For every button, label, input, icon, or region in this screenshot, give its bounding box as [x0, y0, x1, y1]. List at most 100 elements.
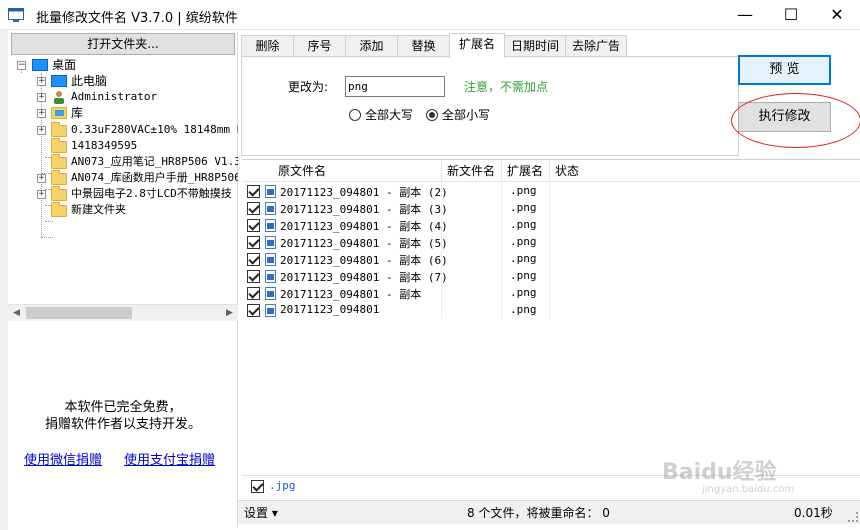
column-original-name[interactable]: 原文件名 — [242, 160, 442, 182]
expand-icon[interactable]: + — [37, 190, 46, 199]
radio-button[interactable] — [349, 109, 361, 121]
tree-item-label: Administrator — [71, 90, 158, 103]
filter-extension[interactable]: .jpg — [269, 479, 296, 492]
file-list-header: 原文件名 新文件名 扩展名 状态 — [242, 160, 860, 182]
tab-sequence[interactable]: 序号 — [293, 35, 346, 57]
radio-button-selected[interactable] — [426, 109, 438, 121]
cell-divider — [549, 217, 550, 234]
expand-icon[interactable]: + — [37, 126, 46, 135]
radio-all-lower[interactable]: 全部小写 — [426, 106, 490, 122]
free-notice: 本软件已完全免费， 捐赠软件作者以支持开发。 — [8, 399, 238, 433]
expand-icon[interactable]: + — [37, 93, 46, 102]
tab-replace[interactable]: 替换 — [397, 35, 450, 57]
file-list[interactable]: 原文件名 新文件名 扩展名 状态 20171123_094801 - 副本 (2… — [242, 159, 860, 474]
cell-divider — [549, 234, 550, 251]
expand-icon[interactable]: + — [37, 109, 46, 118]
settings-menu[interactable]: 设置 ▾ — [244, 504, 278, 521]
row-checkbox[interactable] — [247, 287, 260, 300]
table-row[interactable]: 20171123_094801 - 副本 .png — [242, 285, 860, 302]
table-row[interactable]: 20171123_094801 - 副本 (5) .png — [242, 234, 860, 251]
extension-cell: .png — [510, 252, 537, 265]
original-name-cell: 20171123_094801 - 副本 (4) — [280, 220, 448, 233]
tree-horizontal-scrollbar[interactable]: ◀ ▶ — [8, 304, 238, 321]
column-status[interactable]: 状态 — [550, 160, 860, 182]
close-button[interactable]: ✕ — [814, 0, 860, 30]
table-row[interactable]: 20171123_094801 - 副本 (4) .png — [242, 217, 860, 234]
row-checkbox[interactable] — [247, 236, 260, 249]
column-new-name[interactable]: 新文件名 — [442, 160, 502, 182]
cell-divider — [441, 285, 442, 302]
radio-all-upper[interactable]: 全部大写 — [349, 106, 413, 122]
table-row[interactable]: 20171123_094801 - 副本 (7) .png — [242, 268, 860, 285]
row-checkbox[interactable] — [247, 219, 260, 232]
folder-tree[interactable]: − 桌面 + 此电脑 + Administrator + 库 + 0.33uF2… — [8, 57, 238, 301]
cell-divider — [549, 268, 550, 285]
cell-divider — [549, 183, 550, 200]
rename-summary: 8 个文件，将被重命名： 0 — [467, 506, 610, 520]
table-row[interactable]: 20171123_094801 - 副本 (3) .png — [242, 200, 860, 217]
desktop-icon — [32, 59, 48, 71]
table-row[interactable]: 20171123_094801 - 副本 (2) .png — [242, 183, 860, 200]
row-checkbox[interactable] — [247, 253, 260, 266]
minimize-button[interactable]: — — [722, 0, 768, 30]
row-checkbox[interactable] — [247, 304, 260, 317]
library-icon — [51, 107, 67, 119]
row-checkbox[interactable] — [247, 202, 260, 215]
open-folder-button[interactable]: 打开文件夹... — [11, 33, 235, 55]
scroll-right-icon[interactable]: ▶ — [221, 305, 238, 322]
filter-checkbox[interactable] — [251, 480, 264, 493]
original-name-cell: 20171123_094801 - 副本 (6) — [280, 254, 448, 267]
tab-extension[interactable]: 扩展名 — [449, 33, 505, 58]
watermark-url: jingyan.baidu.com — [702, 484, 795, 495]
free-notice-line1: 本软件已完全免费， — [64, 400, 182, 415]
expand-icon[interactable]: + — [37, 77, 46, 86]
elapsed-time: 0.01秒 — [794, 506, 833, 520]
column-extension[interactable]: 扩展名 — [502, 160, 550, 182]
row-checkbox[interactable] — [247, 270, 260, 283]
donate-wechat-link[interactable]: 使用微信捐赠 — [24, 449, 102, 468]
image-file-icon — [265, 253, 276, 266]
original-name-cell: 20171123_094801 - 副本 (2) — [280, 186, 448, 199]
scroll-thumb[interactable] — [26, 307, 132, 319]
tree-item-label: 0.33uF280VAC±10% 18148mm P= — [71, 123, 238, 136]
watermark-logo: Baidu经验 — [662, 460, 777, 485]
title-bar: 批量修改文件名 V3.7.0 | 缤纷软件 — ☐ ✕ — [0, 0, 860, 30]
maximize-button[interactable]: ☐ — [768, 0, 814, 30]
folder-icon — [51, 138, 67, 153]
tree-item-label: 新建文件夹 — [71, 203, 126, 216]
folder-icon — [51, 122, 67, 137]
extension-input[interactable]: png — [345, 76, 445, 97]
highlight-annotation — [731, 93, 860, 148]
extension-panel: 更改为: png 注意，不需加点 全部大写 全部小写 — [241, 56, 739, 156]
table-row[interactable]: 20171123_094801 - 副本 (6) .png — [242, 251, 860, 268]
radio-label: 全部大写 — [365, 108, 414, 122]
scroll-left-icon[interactable]: ◀ — [8, 305, 25, 322]
cell-divider — [549, 200, 550, 217]
extension-cell: .png — [510, 235, 537, 248]
extension-cell: .png — [510, 184, 537, 197]
original-name-cell: 20171123_094801 - 副本 (7) — [280, 271, 448, 284]
tab-add[interactable]: 添加 — [345, 35, 398, 57]
tab-delete[interactable]: 删除 — [241, 35, 294, 57]
preview-button[interactable]: 预 览 — [738, 55, 831, 85]
image-file-icon — [265, 270, 276, 283]
tab-datetime[interactable]: 日期时间 — [504, 35, 566, 57]
image-file-icon — [265, 202, 276, 215]
original-name-cell: 20171123_094801 - 副本 (3) — [280, 203, 448, 216]
cell-divider — [501, 183, 502, 200]
operation-tabs: 删除 序号 添加 替换 扩展名 日期时间 去除广告 — [241, 33, 738, 58]
tab-remove-ads[interactable]: 去除广告 — [565, 35, 627, 57]
collapse-icon[interactable]: − — [17, 61, 26, 70]
cell-divider — [501, 268, 502, 285]
change-to-label: 更改为: — [288, 80, 329, 94]
cell-divider — [549, 285, 550, 302]
folder-pane: 打开文件夹... − 桌面 + 此电脑 + Administrator + 库 … — [8, 31, 238, 527]
resize-grip[interactable] — [848, 512, 858, 522]
expand-icon[interactable]: + — [37, 174, 46, 183]
donate-alipay-link[interactable]: 使用支付宝捐赠 — [124, 449, 215, 468]
original-name-cell: 20171123_094801 - 副本 (5) — [280, 237, 448, 250]
table-row[interactable]: 20171123_094801 .png — [242, 302, 860, 319]
folder-icon — [51, 170, 67, 185]
row-checkbox[interactable] — [247, 185, 260, 198]
tree-item-label: 中景园电子2.8寸LCD不带触摸技 — [71, 187, 232, 200]
